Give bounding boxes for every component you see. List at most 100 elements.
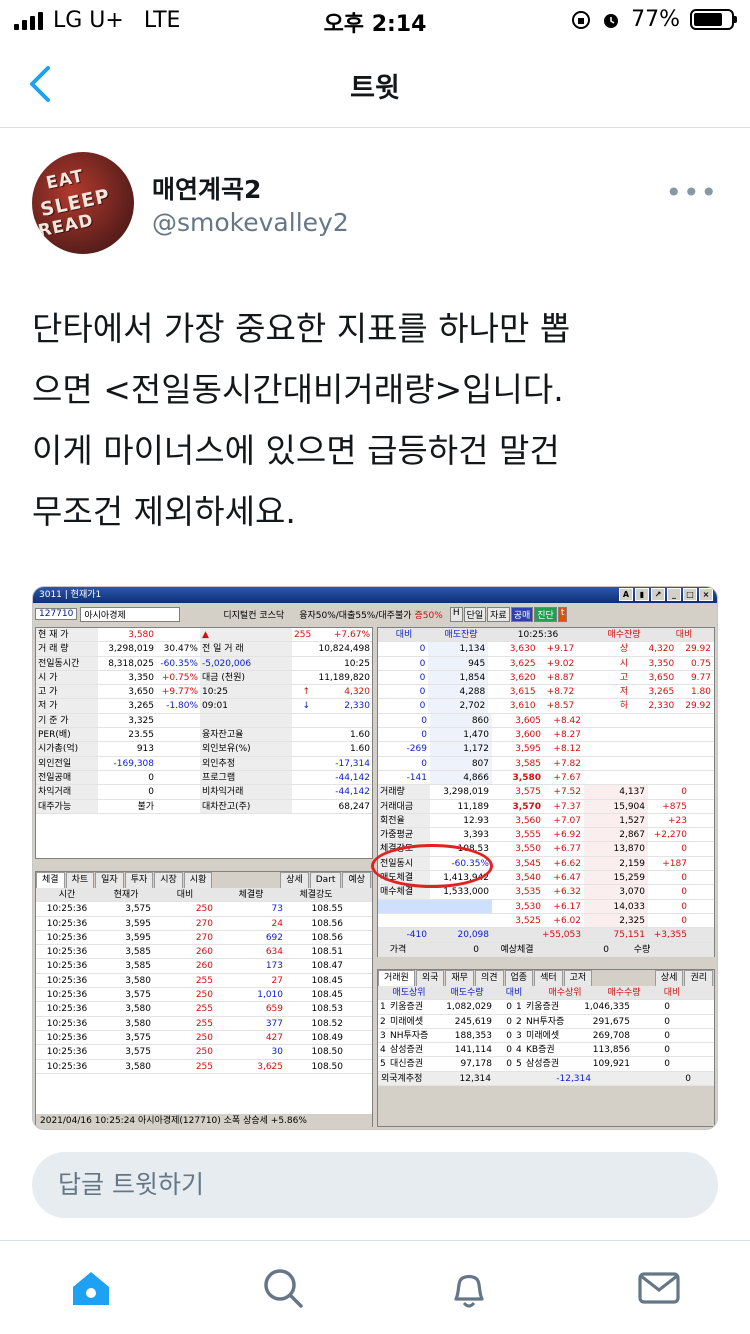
- ask-cell: 0: [419, 644, 426, 655]
- summary-cell: [156, 714, 200, 727]
- ask-cell: 1,470: [430, 728, 492, 742]
- mid-empty: [378, 899, 492, 913]
- ask-cell: 0: [419, 687, 426, 698]
- trade-cell: 3,580: [125, 1061, 151, 1072]
- trade-cell: 250: [195, 1032, 213, 1043]
- broker-cell: 0: [506, 1002, 512, 1013]
- bid-cell: 3,555: [515, 830, 541, 841]
- notifications-icon[interactable]: [444, 1263, 494, 1313]
- broker-cell: 0: [664, 1016, 670, 1027]
- summary-cell: 차익거래: [36, 785, 98, 799]
- ask-cell: -269: [406, 744, 427, 755]
- trade-cell: 108.52: [311, 1018, 344, 1029]
- broker-cell: 0: [506, 1030, 512, 1041]
- broker-cell: 0: [664, 1045, 670, 1056]
- ask-cell: +8.12: [553, 744, 581, 755]
- bid-row: 회전율 12.93 3,560 +7.07 1,527 +23: [378, 813, 714, 829]
- summary-cell: 8,318,025: [108, 658, 154, 669]
- bid-cell: 3,525: [515, 915, 541, 926]
- summary-cell: [292, 771, 312, 784]
- tweet-media-image[interactable]: 3011 | 현재가1 A ▮ ↗ _ □ × 127710 아시아경제 디지털컨 코스닥…: [32, 586, 718, 1130]
- mid-label: 거래량: [378, 785, 430, 799]
- ob-header-cell: 매도잔량: [444, 630, 478, 640]
- mid-value: 3,298,019: [443, 787, 489, 798]
- summary-cell: 저 가: [36, 699, 98, 713]
- trade-header: 시간 현재가 대비 체결량 체결강도: [36, 888, 372, 903]
- avatar[interactable]: EAT SLEEP READ: [32, 152, 134, 254]
- author-handle[interactable]: @smokevalley2: [152, 208, 349, 237]
- author-name[interactable]: 매연계곡2: [152, 170, 261, 206]
- ask-cell: 3,615: [509, 687, 536, 698]
- trade-cell: 10:25:36: [46, 1018, 88, 1029]
- broker-cell: KB증권: [526, 1045, 555, 1056]
- messages-icon[interactable]: [634, 1263, 684, 1313]
- broker-cell: 245,619: [454, 1016, 492, 1027]
- status-right: 77%: [571, 7, 737, 32]
- bid-cell: +875: [662, 801, 687, 812]
- bid-cell: +6.62: [553, 858, 581, 869]
- trade-cell: 3,625: [257, 1061, 283, 1072]
- status-bar: LG U+ LTE 오후 2:14 77%: [0, 0, 750, 40]
- side-label: 하: [619, 701, 629, 712]
- summary-cell: 23.55: [128, 730, 154, 741]
- summary-row: 외인전일 -169,308 외인추정 -17,314: [36, 756, 372, 771]
- summary-cell: 30.47%: [163, 644, 198, 655]
- summary-cell: [292, 642, 312, 655]
- bid-cell: 14,033: [584, 899, 648, 913]
- search-icon[interactable]: [258, 1263, 308, 1313]
- summary-cell: 외인추정: [200, 756, 292, 770]
- bid-cell: 4,137: [584, 785, 648, 799]
- highlight-circle: [371, 844, 493, 888]
- broker-tab: 외국: [415, 970, 445, 986]
- more-options-icon[interactable]: •••: [665, 176, 718, 209]
- side-label: 저: [619, 687, 629, 698]
- bid-cell: 3,070: [584, 885, 648, 899]
- ask-cell: -141: [406, 772, 427, 783]
- side-value: 3,650: [648, 672, 675, 683]
- trade-cell: 260: [195, 947, 213, 958]
- summary-cell: 10,824,498: [318, 644, 370, 655]
- bid-cell: 3,570: [512, 801, 541, 812]
- ask-cell: 3,610: [509, 701, 536, 712]
- reply-input[interactable]: 답글 트윗하기: [32, 1152, 718, 1218]
- trade-tab: 일자: [95, 872, 124, 888]
- bid-cell: 3,560: [515, 815, 541, 826]
- summary-cell: 3,298,019: [108, 644, 154, 655]
- summary-cell: 외인보유(%): [200, 742, 292, 756]
- ask-cell: +8.27: [553, 730, 581, 741]
- broker-tab: 고저: [563, 970, 593, 986]
- broker-cell: 3: [516, 1030, 522, 1041]
- expected-cell: 0: [473, 944, 479, 955]
- broker-cell: 4: [380, 1045, 386, 1056]
- trade-cell: 10:25:36: [46, 932, 88, 943]
- trade-cell: 377: [265, 1018, 283, 1029]
- summary-cell: -60.35%: [160, 658, 198, 669]
- summary-cell: [292, 757, 312, 770]
- ask-cell: 3,585: [515, 758, 541, 769]
- ask-cell: 3,600: [515, 730, 541, 741]
- summary-row: PER(배) 23.55 융자잔고율 1.60: [36, 728, 372, 743]
- summary-cell: 4,320: [344, 687, 370, 698]
- broker-row: 3 NH투자증 188,353 0 3 미래에셋 269,708 0: [378, 1029, 714, 1044]
- summary-cell: -1.80%: [166, 701, 198, 712]
- trade-tab-button: 상세: [280, 872, 309, 888]
- ob-header-cell: 10:25:36: [517, 630, 559, 640]
- summary-cell: 시가총(억): [36, 742, 98, 756]
- side-label: 시: [619, 658, 629, 669]
- broker-cell: 0: [506, 1045, 512, 1056]
- summary-cell: [292, 657, 312, 670]
- summary-cell: -44,142: [335, 787, 370, 798]
- ask-cell: 0: [421, 730, 427, 741]
- trade-row: 10:25:36 3,580 255 377 108.52: [36, 1017, 372, 1031]
- broker-tabs: 거래원 외국 재무 의견 업종 섹터 고저 상세 권리: [378, 970, 714, 986]
- broker-header-cell: 매도수량: [450, 988, 484, 998]
- ask-cell: +8.57: [546, 701, 575, 712]
- summary-cell: 1.60: [349, 744, 370, 755]
- tweet-line: 으면 <전일동시간대비거래량>입니다.: [32, 370, 564, 409]
- broker-cell: 291,675: [592, 1016, 630, 1027]
- foreign-estimate-row: 외국계추정 12,314 -12,314 0: [378, 1071, 714, 1087]
- trade-header-cell: 시간: [58, 890, 76, 900]
- ob-header-cell: 대비: [395, 630, 413, 640]
- home-icon[interactable]: [66, 1263, 116, 1313]
- summary-cell: +9.77%: [161, 687, 198, 698]
